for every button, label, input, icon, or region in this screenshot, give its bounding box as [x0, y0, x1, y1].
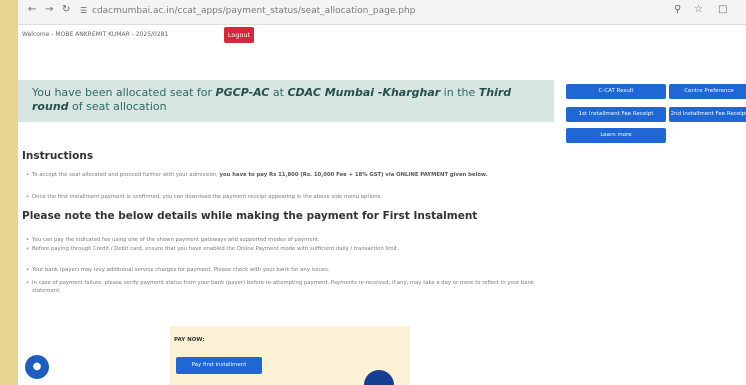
allocation-message: You have been allocated seat for PGCP-AC…: [32, 86, 512, 113]
logout-button[interactable]: Logout: [224, 27, 254, 43]
star-icon[interactable]: ☆: [694, 4, 703, 15]
centre-name: CDAC Mumbai -Kharghar: [287, 86, 441, 99]
payment-note-item: In case of payment failure, please verif…: [26, 279, 562, 295]
accessibility-icon[interactable]: ●: [25, 355, 49, 379]
reload-icon[interactable]: ↻: [62, 4, 70, 15]
payment-note-item: Before paying through Credit / Debit car…: [26, 245, 562, 253]
course-name: PGCP-AC: [215, 86, 270, 99]
window-icon[interactable]: □: [718, 4, 727, 15]
payment-note-item: Your bank (payer) may levy additional se…: [26, 266, 562, 274]
browser-toolbar: ← → ↻ ☰ cdacmumbai.ac.in/ccat_apps/payme…: [18, 0, 746, 25]
back-icon[interactable]: ←: [28, 4, 36, 15]
centre-preference-button[interactable]: Centre Preference: [669, 84, 746, 99]
address-bar[interactable]: cdacmumbai.ac.in/ccat_apps/payment_statu…: [92, 4, 592, 19]
pay-now-label: PAY NOW:: [174, 337, 205, 343]
instruction-item: To accept the seat allocated and proceed…: [26, 171, 562, 179]
learn-more-button[interactable]: Learn more: [566, 128, 666, 143]
forward-icon[interactable]: →: [45, 4, 53, 15]
instructions-heading: Instructions: [22, 150, 94, 162]
payment-notes-heading: Please note the below details while maki…: [22, 210, 478, 222]
site-info-icon[interactable]: ☰: [80, 6, 87, 15]
payment-note-item: You can pay the indicated fee using one …: [26, 236, 562, 244]
search-icon[interactable]: ⚲: [674, 4, 681, 15]
instruction-item: Once the first installment payment is co…: [26, 193, 562, 201]
browser-window: ← → ↻ ☰ cdacmumbai.ac.in/ccat_apps/payme…: [18, 0, 746, 385]
welcome-text: Welcome - MOBE ANKREMIT KUMAR - 2025/028…: [22, 31, 169, 38]
ccat-result-button[interactable]: C-CAT Result: [566, 84, 666, 99]
pay-first-installment-button[interactable]: Pay first installment: [176, 357, 262, 374]
first-installment-receipt-button[interactable]: 1st Installment Fee Receipt: [566, 107, 666, 122]
second-installment-receipt-button[interactable]: 2nd Installment Fee Receipt: [669, 107, 746, 122]
